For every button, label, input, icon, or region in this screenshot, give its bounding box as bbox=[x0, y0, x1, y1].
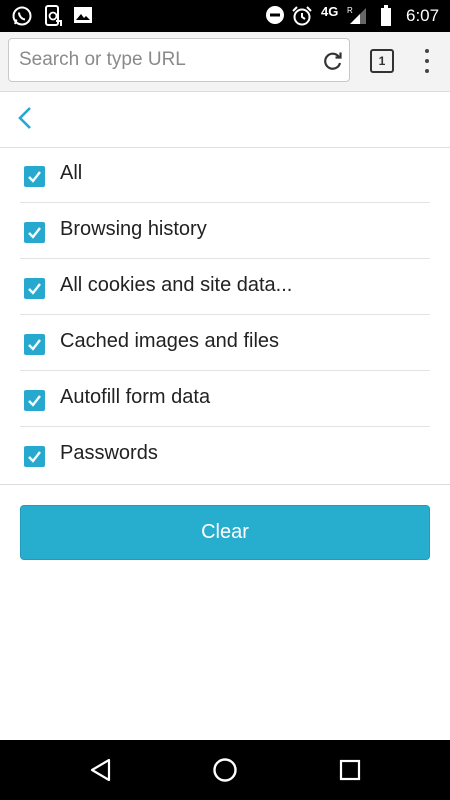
option-all[interactable]: All bbox=[20, 147, 430, 203]
browser-toolbar: 1 bbox=[0, 32, 450, 92]
signal-icon bbox=[349, 5, 367, 30]
system-nav-bar bbox=[0, 740, 450, 800]
option-cached-images[interactable]: Cached images and files bbox=[20, 315, 430, 371]
clock: 6:07 bbox=[406, 6, 440, 25]
checkbox-checked-icon[interactable] bbox=[24, 446, 45, 467]
battery-icon bbox=[380, 5, 392, 32]
do-not-disturb-icon bbox=[265, 5, 285, 30]
network-type: 4G bbox=[321, 4, 339, 19]
checkbox-checked-icon[interactable] bbox=[24, 334, 45, 355]
phone-sync-icon bbox=[43, 5, 63, 32]
status-bar: 4G R 6:07 bbox=[0, 0, 450, 32]
option-passwords[interactable]: Passwords bbox=[20, 427, 430, 483]
clear-button[interactable]: Clear bbox=[20, 505, 430, 560]
option-label: Autofill form data bbox=[60, 386, 211, 408]
tab-switcher-button[interactable]: 1 bbox=[370, 49, 394, 73]
option-label: Browsing history bbox=[60, 218, 207, 240]
clear-data-options: All Browsing history All cookies and sit… bbox=[20, 147, 430, 483]
url-bar[interactable] bbox=[8, 38, 350, 82]
option-cookies[interactable]: All cookies and site data... bbox=[20, 259, 430, 315]
tab-count: 1 bbox=[378, 54, 386, 68]
option-autofill[interactable]: Autofill form data bbox=[20, 371, 430, 427]
checkbox-checked-icon[interactable] bbox=[24, 390, 45, 411]
option-label: All cookies and site data... bbox=[60, 274, 293, 296]
nav-back-icon[interactable] bbox=[88, 757, 114, 783]
option-browsing-history[interactable]: Browsing history bbox=[20, 203, 430, 259]
option-label: Passwords bbox=[60, 442, 158, 464]
checkbox-checked-icon[interactable] bbox=[24, 278, 45, 299]
checkbox-checked-icon[interactable] bbox=[24, 166, 45, 187]
back-arrow-icon[interactable] bbox=[12, 104, 40, 132]
whatsapp-icon bbox=[11, 5, 33, 32]
header-bar bbox=[0, 92, 450, 148]
menu-icon[interactable] bbox=[418, 46, 436, 76]
option-label: Cached images and files bbox=[60, 330, 280, 352]
checkbox-checked-icon[interactable] bbox=[24, 222, 45, 243]
nav-recents-icon[interactable] bbox=[337, 757, 363, 783]
gallery-icon bbox=[73, 5, 93, 30]
option-label: All bbox=[60, 162, 83, 184]
alarm-icon bbox=[291, 5, 313, 32]
divider bbox=[0, 484, 450, 485]
nav-home-icon[interactable] bbox=[212, 757, 238, 783]
search-input[interactable] bbox=[19, 39, 309, 81]
reload-icon[interactable] bbox=[322, 50, 344, 72]
